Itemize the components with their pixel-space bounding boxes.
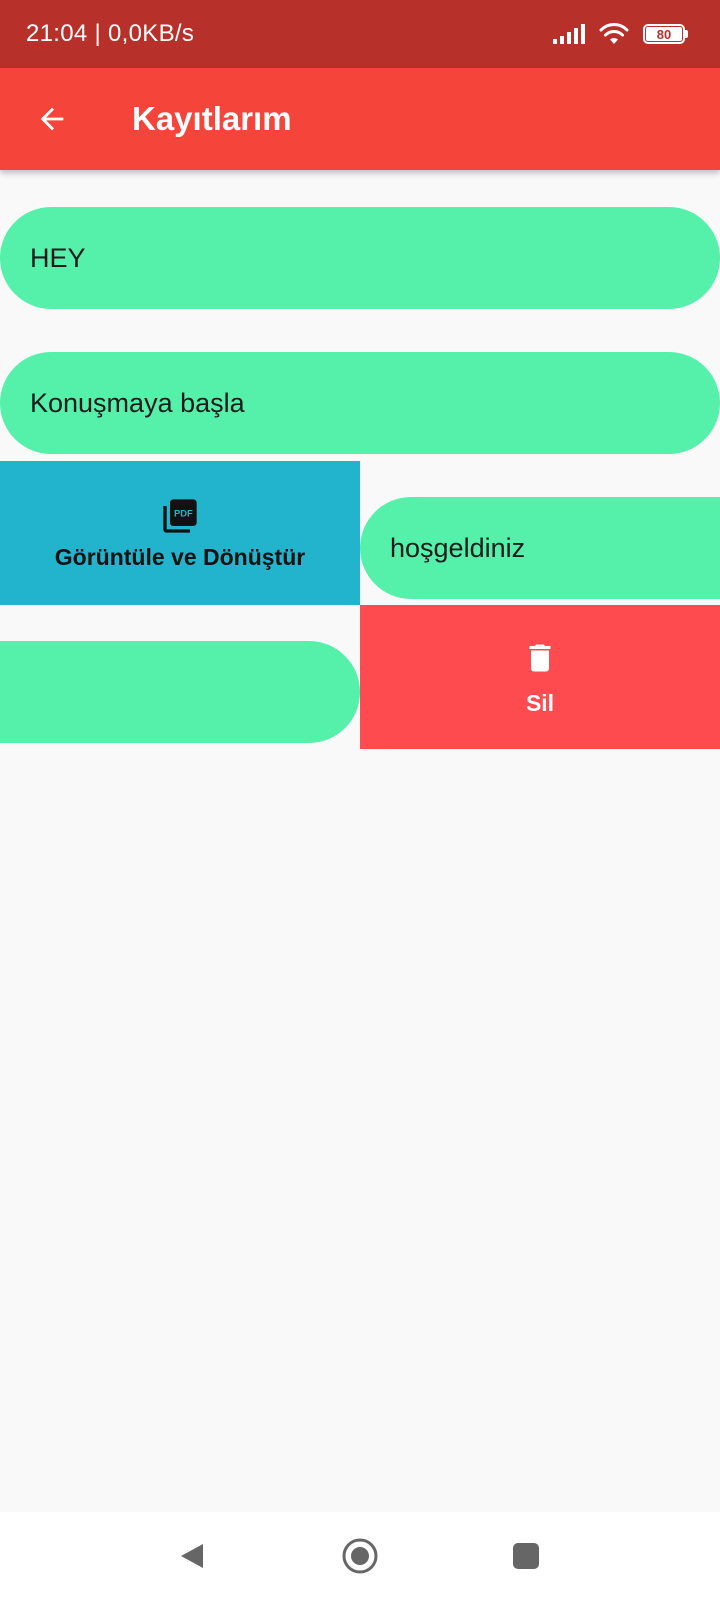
arrow-back-icon	[40, 107, 64, 131]
trash-icon	[529, 644, 551, 671]
back-button[interactable]	[24, 91, 80, 147]
nav-home-button[interactable]	[336, 1532, 384, 1580]
delete-button[interactable]: Sil	[360, 605, 720, 749]
nav-home-icon	[342, 1538, 378, 1574]
svg-text:PDF: PDF	[174, 508, 193, 518]
nav-back-icon	[181, 1544, 203, 1568]
screen: 21:04 | 0,0KB/s 80 Kayıtlarım HEY Konuşm…	[0, 0, 720, 1600]
app-bar: Kayıtlarım	[0, 68, 720, 170]
battery-level: 80	[646, 27, 682, 41]
record-item[interactable]: hoşgeldiniz	[360, 497, 720, 599]
record-text: hoşgeldiniz	[390, 532, 526, 563]
record-item[interactable]: Konuşmaya başla	[0, 352, 720, 454]
page-title: Kayıtlarım	[132, 100, 292, 137]
record-item[interactable]: HEY	[0, 207, 720, 309]
picture-as-pdf-icon: PDF	[163, 498, 197, 533]
nav-recents-icon	[513, 1543, 539, 1569]
nav-back-button[interactable]	[168, 1532, 216, 1580]
view-convert-pdf-button[interactable]: PDF Görüntüle ve Dönüştür	[0, 461, 360, 605]
system-nav-bar	[0, 1512, 720, 1600]
nav-recents-button[interactable]	[502, 1532, 550, 1580]
wifi-icon	[599, 23, 629, 44]
delete-label: Sil	[525, 689, 555, 716]
status-icons: 80	[553, 22, 688, 46]
signal-icon	[553, 24, 585, 44]
record-text: HEY	[30, 242, 86, 273]
view-convert-label: Görüntüle ve Dönüştür	[54, 543, 306, 570]
record-text: Konuşmaya başla	[30, 387, 245, 418]
status-time-speed: 21:04 | 0,0KB/s	[26, 20, 195, 47]
status-bar: 21:04 | 0,0KB/s 80	[0, 0, 720, 68]
record-item[interactable]	[0, 641, 360, 743]
battery-icon: 80	[643, 24, 688, 44]
